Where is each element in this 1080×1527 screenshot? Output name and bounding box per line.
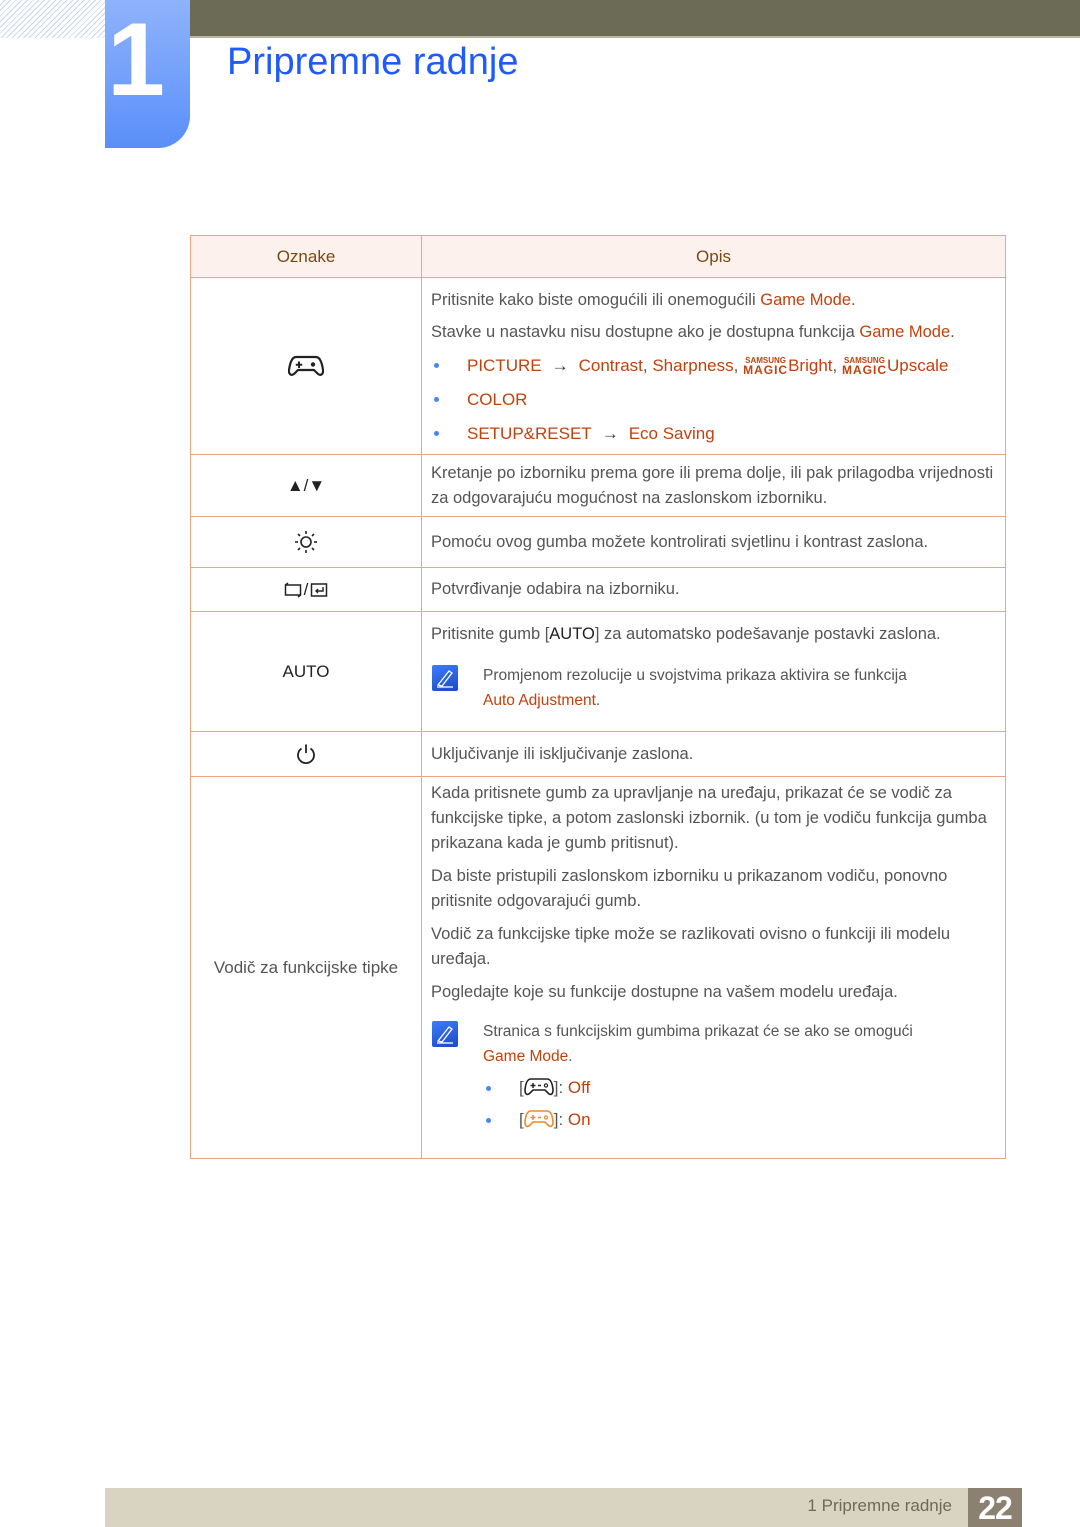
- description-cell: Kretanje po izborniku prema gore ili pre…: [421, 454, 1006, 517]
- page-title: Pripremne radnje: [227, 41, 519, 83]
- header-description: Opis: [421, 235, 1006, 278]
- arrow-right-icon: →: [551, 355, 569, 375]
- auto-text: Pritisnite gumb [AUTO] za automatsko pod…: [431, 625, 941, 643]
- table-row-function-guide: Vodič za funkcijske tipke Kada pritisnet…: [190, 776, 1006, 1159]
- function-guide-label: Vodič za funkcijske tipke: [190, 776, 422, 1159]
- label-cell: [190, 516, 422, 568]
- note: Stranica s funkcijskim gumbima prikazat …: [431, 1019, 997, 1069]
- samsung-magic-logo: SAMSUNG MAGIC: [841, 355, 887, 377]
- page-footer: 1 Pripremne radnje 22: [105, 1488, 1022, 1527]
- game-mode-link[interactable]: Game Mode: [760, 291, 851, 309]
- game-mode-states-list: []: Off []: On: [483, 1075, 997, 1132]
- list-item-color: COLOR: [431, 387, 997, 412]
- note: Promjenom rezolucije u svojstvima prikaz…: [431, 663, 997, 713]
- unavailable-items-list: PICTURE → Contrast, Sharpness, SAMSUNG MAGI…: [431, 353, 997, 446]
- label-cell: /: [190, 567, 422, 612]
- auto-adjustment-link[interactable]: Auto Adjustment: [483, 692, 596, 709]
- gamepad-on-icon: [523, 1110, 554, 1128]
- guide-paragraph: Pogledajte koje su funkcije dostupne na …: [431, 983, 898, 1001]
- up-down-arrows-icon: ▲/▼: [190, 454, 422, 517]
- list-item-on: []: On: [483, 1107, 997, 1132]
- source-icon: [284, 582, 301, 598]
- table-row-game-mode: Pritisnite kako biste omogućili ili onem…: [190, 277, 1006, 455]
- gamepad-icon: [288, 355, 324, 376]
- description-cell: Uključivanje ili isključivanje zaslona.: [421, 731, 1006, 777]
- note-pencil-icon: [432, 665, 458, 691]
- chapter-tab: 1: [105, 0, 190, 148]
- guide-paragraph: Da biste pristupili zaslonskom izborniku…: [431, 867, 948, 910]
- chapter-number: 1: [107, 2, 165, 118]
- list-item-picture: PICTURE → Contrast, Sharpness, SAMSUNG MAGI…: [431, 353, 997, 378]
- game-mode-link[interactable]: Game Mode: [483, 1048, 568, 1065]
- decorative-hatch: [0, 0, 105, 38]
- label-cell: [190, 731, 422, 777]
- enter-icon: [311, 583, 328, 597]
- description-cell: Pomoću ovog gumba možete kontrolirati sv…: [421, 516, 1006, 568]
- table-row-power: Uključivanje ili isključivanje zaslona.: [190, 731, 1006, 777]
- description-cell: Pritisnite kako biste omogućili ili onem…: [421, 277, 1006, 455]
- game-mode-link[interactable]: Game Mode: [859, 323, 950, 341]
- table-row-up-down: ▲/▼ Kretanje po izborniku prema gore ili…: [190, 454, 1006, 517]
- description-cell: Potvrđivanje odabira na izborniku.: [421, 567, 1006, 612]
- list-item-off: []: Off: [483, 1075, 997, 1100]
- top-bar: [190, 0, 1080, 38]
- table-row-brightness: Pomoću ovog gumba možete kontrolirati sv…: [190, 516, 1006, 568]
- description-cell: Kada pritisnete gumb za upravljanje na u…: [421, 776, 1006, 1159]
- guide-paragraph: Kada pritisnete gumb za upravljanje na u…: [431, 784, 987, 852]
- list-item-setup: SETUP&RESET → Eco Saving: [431, 421, 997, 446]
- table-row-auto: AUTO Pritisnite gumb [AUTO] za automatsk…: [190, 611, 1006, 732]
- samsung-magic-logo: SAMSUNG MAGIC: [743, 355, 789, 377]
- game-mode-line2: Stavke u nastavku nisu dostupne ako je d…: [431, 322, 955, 341]
- game-mode-line1: Pritisnite kako biste omogućili ili onem…: [431, 290, 856, 309]
- table-row-enter: / Potvrđivanje odabira na izborniku.: [190, 567, 1006, 612]
- arrow-right-icon: →: [601, 423, 619, 443]
- note-pencil-icon: [432, 1021, 458, 1047]
- power-icon: [297, 744, 315, 765]
- header-label: Oznake: [190, 235, 422, 278]
- gamepad-off-icon: [523, 1078, 554, 1096]
- footer-chapter: 1 Pripremne radnje: [807, 1496, 952, 1515]
- auto-label: AUTO: [190, 611, 422, 732]
- sun-brightness-icon: [295, 531, 317, 553]
- table-header-row: Oznake Opis: [190, 235, 1006, 278]
- description-cell: Pritisnite gumb [AUTO] za automatsko pod…: [421, 611, 1006, 732]
- controls-table: Oznake Opis Pritisnite kako biste omoguć…: [190, 235, 1006, 1159]
- label-cell: [190, 277, 422, 455]
- guide-paragraph: Vodič za funkcijske tipke može se razlik…: [431, 925, 951, 968]
- page-number: 22: [968, 1488, 1022, 1527]
